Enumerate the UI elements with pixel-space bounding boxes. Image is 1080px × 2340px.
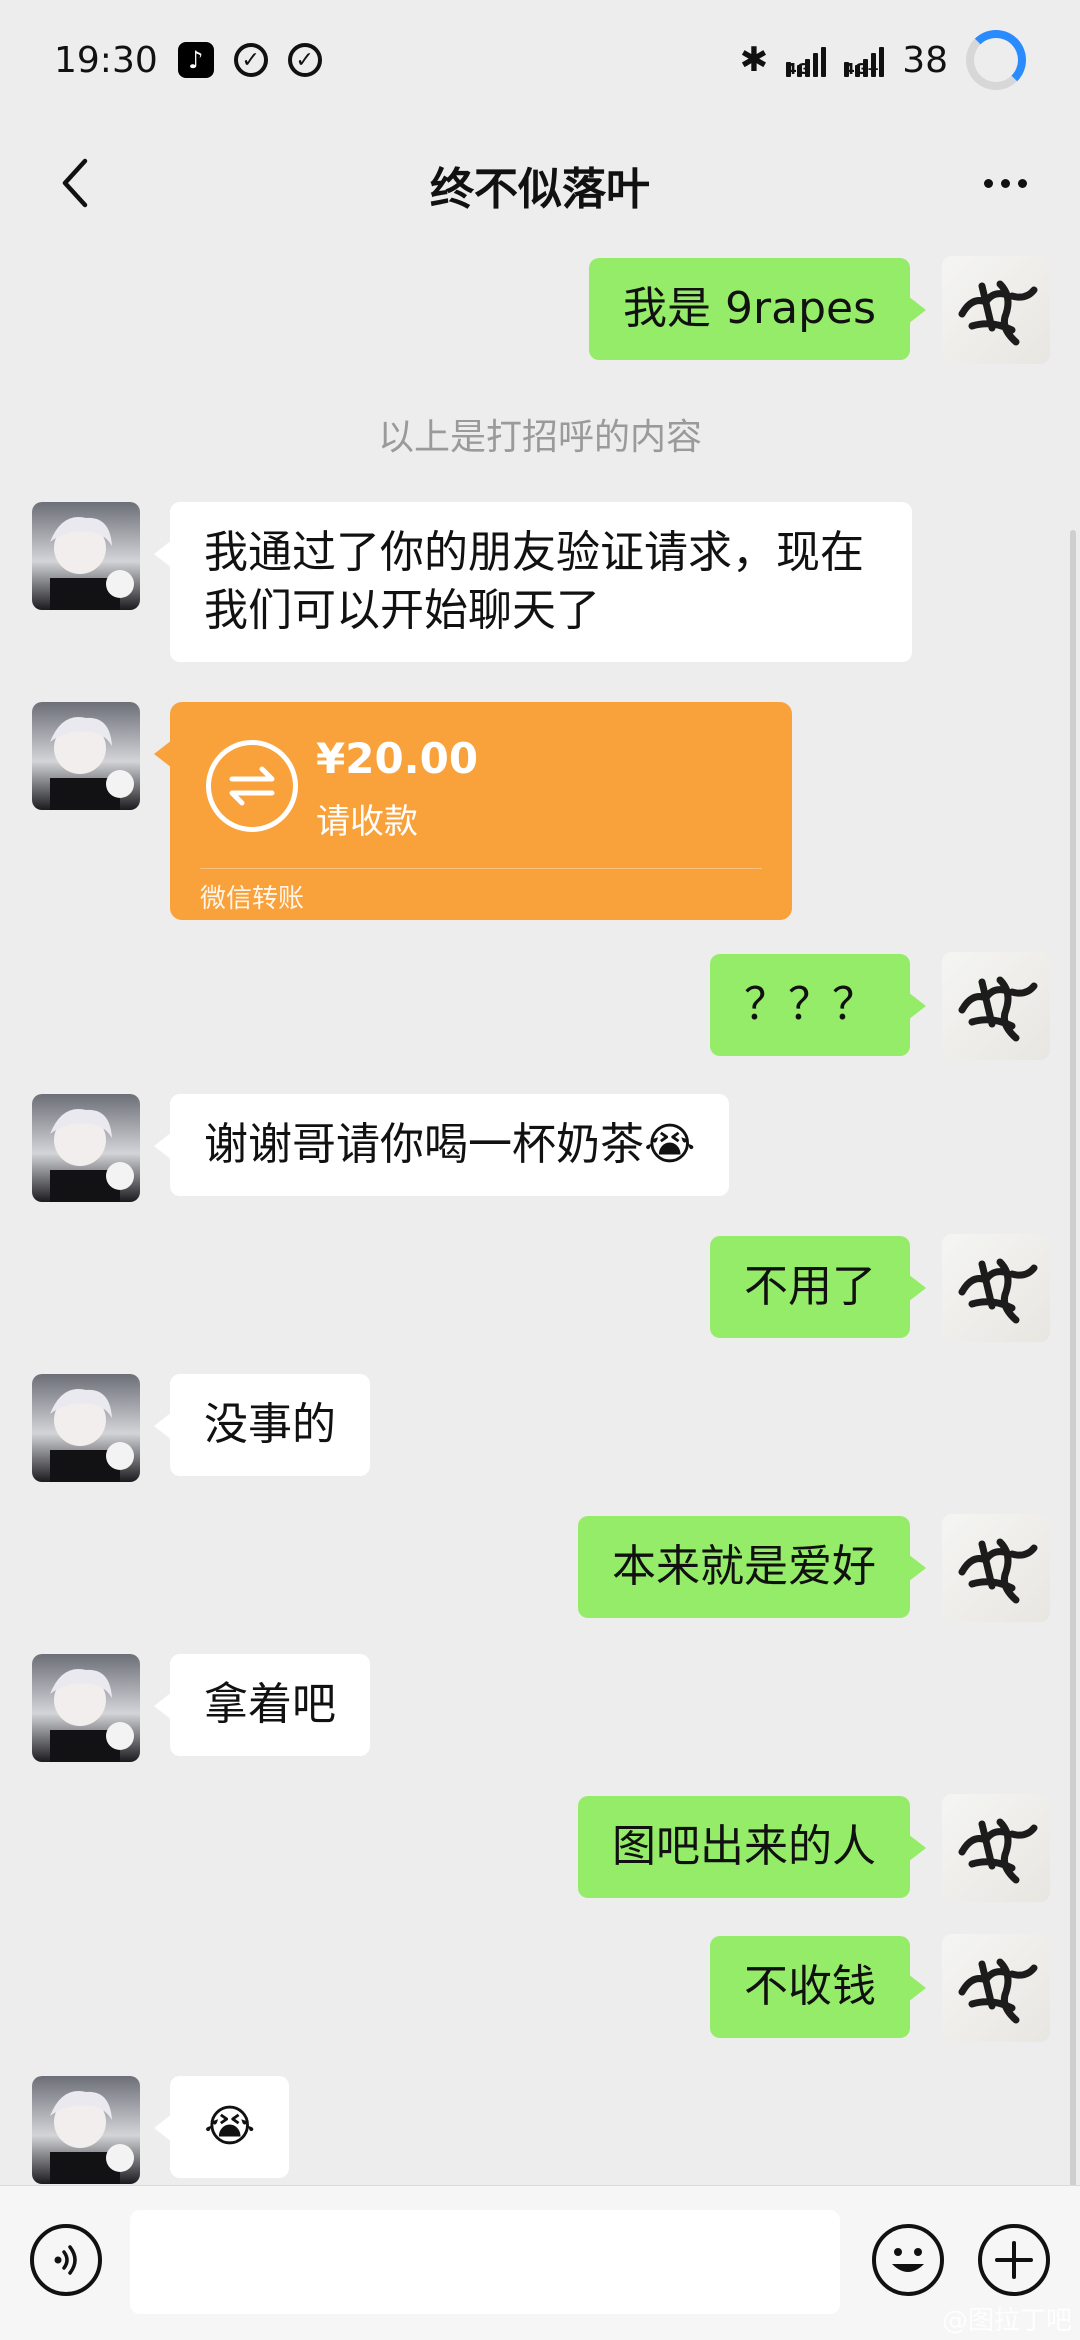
message-bubble-in[interactable]: 我通过了你的朋友验证请求，现在我们可以开始聊天了 bbox=[154, 502, 912, 662]
contact-avatar[interactable] bbox=[32, 2076, 140, 2184]
signal-4g-icon: 4G bbox=[786, 43, 827, 77]
plus-icon bbox=[995, 2241, 1033, 2279]
ink-calligraphy-avatar-icon bbox=[958, 1258, 1038, 1324]
message-bubble-in[interactable]: 没事的 bbox=[154, 1374, 370, 1476]
chat-title: 终不似落叶 bbox=[430, 164, 650, 215]
ink-calligraphy-avatar-icon bbox=[958, 280, 1038, 346]
battery-level: 38 bbox=[902, 39, 948, 81]
message-bubble-out[interactable]: 我是 9rapes bbox=[589, 258, 926, 360]
chevron-left-icon bbox=[62, 158, 88, 208]
anime-boy-avatar-icon bbox=[50, 717, 134, 810]
more-dot bbox=[1017, 178, 1027, 188]
more-button[interactable] bbox=[970, 148, 1040, 218]
my-avatar[interactable] bbox=[942, 952, 1050, 1060]
signal-4g-plus-icon: 4G+ bbox=[844, 43, 885, 77]
more-dot bbox=[1000, 178, 1010, 188]
bluetooth-icon: ✱ bbox=[739, 40, 769, 80]
status-bar: 19:30 ♪ ✓ ✓ ✱ 4G 4G+ 38 bbox=[0, 0, 1080, 120]
transfer-status: 请收款 bbox=[316, 802, 418, 842]
message-bubble-in[interactable]: 😭 bbox=[153, 2076, 290, 2178]
contact-avatar[interactable] bbox=[32, 502, 140, 610]
message-bubble-out[interactable]: 不收钱 bbox=[710, 1936, 926, 2038]
message-bubble-out[interactable]: 不用了 bbox=[710, 1236, 926, 1338]
voice-input-button[interactable] bbox=[30, 2224, 102, 2296]
ink-calligraphy-avatar-icon bbox=[958, 1538, 1038, 1604]
check-circle-icon: ✓ bbox=[287, 43, 322, 77]
anime-boy-avatar-icon bbox=[50, 1669, 134, 1762]
my-avatar[interactable] bbox=[942, 1234, 1050, 1342]
my-avatar[interactable] bbox=[942, 1514, 1050, 1622]
ink-calligraphy-avatar-icon bbox=[958, 1958, 1038, 2024]
status-right: ✱ 4G 4G+ 38 bbox=[740, 30, 1026, 90]
emoji-button[interactable] bbox=[872, 2224, 944, 2296]
transfer-card[interactable]: ¥20.00 请收款 微信转账 bbox=[154, 702, 792, 920]
check-circle-icon: ✓ bbox=[233, 43, 268, 77]
contact-avatar[interactable] bbox=[32, 1094, 140, 1202]
message-bubble-out[interactable]: 本来就是爱好 bbox=[578, 1516, 926, 1618]
contact-avatar[interactable] bbox=[32, 1374, 140, 1482]
watermark: @图拉丁吧 bbox=[941, 2306, 1072, 2336]
message-bubble-in[interactable]: 拿着吧 bbox=[154, 1654, 370, 1756]
message-input[interactable] bbox=[130, 2210, 840, 2314]
anime-boy-avatar-icon bbox=[50, 1109, 134, 1202]
system-notice: 以上是打招呼的内容 bbox=[377, 417, 702, 458]
back-button[interactable] bbox=[40, 148, 110, 218]
status-time: 19:30 bbox=[54, 39, 158, 81]
transfer-amount: ¥20.00 bbox=[316, 734, 479, 783]
message-bubble-in[interactable]: 谢谢哥请你喝一杯奶茶😭 bbox=[153, 1094, 730, 1196]
anime-boy-avatar-icon bbox=[50, 1389, 134, 1482]
smiley-icon bbox=[892, 2248, 924, 2272]
more-dots-icon bbox=[983, 178, 993, 188]
chat-scrollbar[interactable] bbox=[1070, 530, 1076, 2185]
transfer-divider bbox=[200, 868, 762, 869]
more-functions-button[interactable] bbox=[978, 2224, 1050, 2296]
ink-calligraphy-avatar-icon bbox=[958, 976, 1038, 1042]
tiktok-icon: ♪ bbox=[177, 42, 214, 78]
contact-avatar[interactable] bbox=[32, 1654, 140, 1762]
battery-ring-icon bbox=[966, 30, 1026, 90]
status-left: 19:30 ♪ ✓ ✓ bbox=[54, 40, 322, 81]
transfer-arrows-icon bbox=[206, 740, 298, 832]
message-bubble-out[interactable]: ？？？ bbox=[710, 954, 926, 1056]
anime-boy-avatar-icon bbox=[50, 517, 134, 610]
my-avatar[interactable] bbox=[942, 256, 1050, 364]
my-avatar[interactable] bbox=[942, 1934, 1050, 2042]
transfer-label: 微信转账 bbox=[200, 884, 305, 914]
anime-boy-avatar-icon bbox=[50, 2091, 134, 2184]
chat-area[interactable]: 我是 9rapes 以上是打招呼的内容 我通过了你的朋友验证请求，现在我们可以开… bbox=[0, 250, 1080, 2185]
message-bubble-out[interactable]: 图吧出来的人 bbox=[578, 1796, 926, 1898]
chat-header: 终不似落叶 bbox=[0, 120, 1080, 250]
message-input-bar bbox=[0, 2185, 1080, 2340]
ink-calligraphy-avatar-icon bbox=[958, 1818, 1038, 1884]
my-avatar[interactable] bbox=[942, 1794, 1050, 1902]
contact-avatar[interactable] bbox=[32, 702, 140, 810]
voice-wave-icon bbox=[54, 2245, 77, 2275]
